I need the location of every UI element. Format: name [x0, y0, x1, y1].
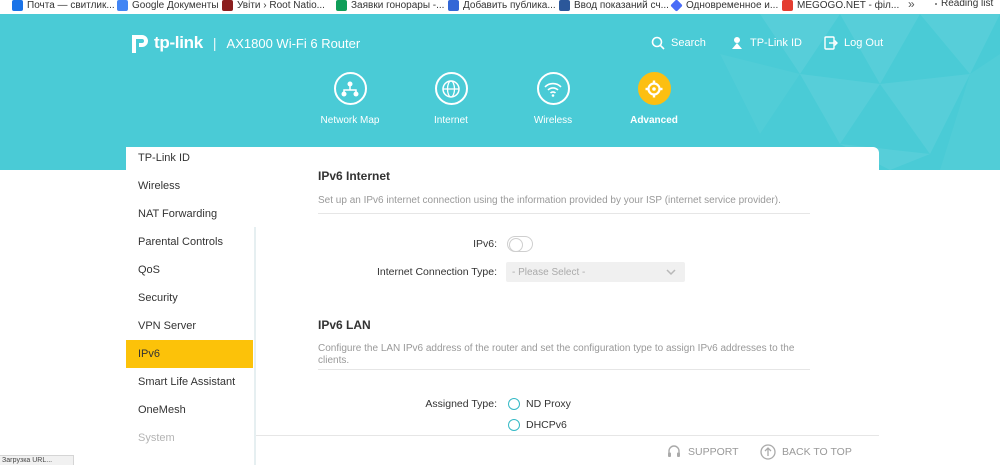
bookmark-simultaneous[interactable]: Одновременное и...: [670, 0, 779, 12]
radio-label: ND Proxy: [526, 398, 571, 410]
tplink-logo: tp-link | AX1800 Wi-Fi 6 Router: [126, 31, 360, 55]
logout-icon: [824, 36, 838, 50]
ipv6-internet-description: Set up an IPv6 internet connection using…: [318, 195, 781, 206]
bookmark-label: Заявки гонорары -...: [351, 0, 445, 11]
ipv6-toggle-label: IPv6:: [473, 238, 497, 250]
sidebar-item-parental-controls[interactable]: Parental Controls: [126, 228, 253, 256]
support-label: SUPPORT: [688, 446, 739, 458]
network-map-icon: [341, 81, 359, 96]
tplink-id-button[interactable]: TP-Link ID: [730, 36, 802, 50]
ipv6-lan-description: Configure the LAN IPv6 address of the ro…: [318, 343, 795, 366]
logout-label: Log Out: [844, 37, 884, 49]
browser-status-bar: Загрузка URL...: [0, 455, 74, 465]
nav-internet-circle: [434, 72, 468, 105]
nav-label: Network Map: [320, 115, 380, 126]
nav-advanced[interactable]: Advanced: [604, 72, 704, 126]
sidebar-item-nat-forwarding[interactable]: NAT Forwarding: [126, 200, 253, 228]
bookmark-mail[interactable]: Почта — свитлик...: [12, 0, 115, 12]
sidebar-item-smart-life-assistant[interactable]: Smart Life Assistant: [126, 368, 253, 396]
radio-button[interactable]: [508, 398, 520, 410]
sidebar-item-wireless[interactable]: Wireless: [126, 172, 253, 200]
ipv6-toggle[interactable]: [507, 236, 533, 252]
globe-icon: [442, 79, 460, 98]
sidebar-item-ipv6[interactable]: IPv6: [126, 340, 253, 368]
nav-label: Advanced: [630, 115, 678, 126]
diamond-icon: [670, 0, 683, 12]
connection-type-label: Internet Connection Type:: [376, 266, 497, 278]
bookmark-root-nation[interactable]: Увіти › Root Natio...: [222, 0, 325, 12]
site-icon: [222, 0, 233, 11]
bookmark-megogo[interactable]: MEGOGO.NET - філ...: [782, 0, 899, 12]
sidebar-item-vpn-server[interactable]: VPN Server: [126, 312, 253, 340]
bookmark-label: MEGOGO.NET - філ...: [797, 0, 900, 11]
reading-list-label: Reading list: [941, 0, 994, 9]
page-icon: [448, 0, 459, 11]
sheet-icon: [336, 0, 347, 11]
section-divider: [318, 369, 810, 370]
sidebar-item-security[interactable]: Security: [126, 284, 253, 312]
chevron-down-icon: [666, 269, 676, 276]
nav-internet[interactable]: Internet: [401, 72, 501, 126]
logo-separator: |: [212, 35, 217, 51]
headset-icon: [668, 445, 680, 457]
search-button[interactable]: Search: [651, 36, 706, 50]
nav-label: Wireless: [533, 115, 573, 126]
router-model: AX1800 Wi-Fi 6 Router: [226, 35, 361, 51]
connection-type-select[interactable]: - Please Select -: [506, 262, 685, 282]
tplink-logo-icon: [132, 35, 148, 53]
ipv6-lan-title: IPv6 LAN: [318, 318, 371, 332]
logout-button[interactable]: Log Out: [824, 36, 883, 50]
sidebar-item-qos[interactable]: QoS: [126, 256, 253, 284]
more-bookmarks-button[interactable]: »: [908, 0, 915, 11]
page-footer: SUPPORT BACK TO TOP: [256, 435, 879, 465]
back-to-top-link[interactable]: BACK TO TOP: [760, 444, 852, 460]
bookmark-meter[interactable]: Ввод показаний сч...: [559, 0, 669, 12]
search-icon: [651, 36, 665, 50]
bookmark-label: Почта — свитлик...: [27, 0, 115, 11]
bookmark-label: Добавить публика...: [463, 0, 556, 11]
section-divider: [318, 213, 810, 214]
advanced-sidebar: TP-Link ID Wireless NAT Forwarding Paren…: [126, 147, 256, 465]
nav-network-map[interactable]: Network Map: [300, 72, 400, 126]
ipv6-internet-title: IPv6 Internet: [318, 169, 391, 183]
bookmark-add-publication[interactable]: Добавить публика...: [448, 0, 556, 12]
assigned-type-label: Assigned Type:: [425, 398, 497, 410]
sidebar-item-system[interactable]: System: [126, 424, 253, 452]
bookmark-label: Google Документы: [132, 0, 219, 11]
nav-network-map-circle: [333, 72, 367, 105]
nav-wireless-circle: [536, 72, 570, 105]
tplink-id-icon: [732, 37, 742, 49]
brand-name: tp-link: [154, 33, 203, 52]
meter-icon: [559, 0, 570, 11]
nav-wireless[interactable]: Wireless: [503, 72, 603, 126]
google-docs-icon: [117, 0, 128, 11]
megogo-icon: [782, 0, 793, 11]
radio-dhcpv6[interactable]: DHCPv6: [508, 419, 567, 431]
radio-button[interactable]: [508, 419, 520, 431]
reading-list-button[interactable]: Reading list: [935, 0, 993, 9]
bookmarks-bar: Почта — свитлик... Google Документы Увіт…: [0, 0, 1000, 14]
reading-list-icon: [935, 2, 937, 5]
search-label: Search: [671, 37, 706, 49]
nav-advanced-circle: [637, 72, 671, 105]
arrow-up-icon: [760, 444, 776, 460]
back-to-top-label: BACK TO TOP: [782, 446, 852, 458]
bookmark-label: Увіти › Root Natio...: [237, 0, 325, 11]
bookmark-google-docs[interactable]: Google Документы: [117, 0, 219, 12]
mail-icon: [12, 0, 23, 11]
bookmark-requests[interactable]: Заявки гонорары -...: [336, 0, 444, 12]
connection-type-value: - Please Select -: [512, 266, 586, 278]
radio-label: DHCPv6: [526, 419, 567, 431]
sidebar-item-tplink-id[interactable]: TP-Link ID: [126, 144, 253, 172]
bookmark-label: Одновременное и...: [686, 0, 779, 11]
nav-label: Internet: [434, 115, 468, 126]
support-link[interactable]: SUPPORT: [666, 444, 739, 460]
sidebar-item-onemesh[interactable]: OneMesh: [126, 396, 253, 424]
radio-nd-proxy[interactable]: ND Proxy: [508, 398, 571, 410]
gear-icon: [645, 80, 663, 97]
tplink-id-label: TP-Link ID: [750, 37, 802, 49]
ipv6-panel: IPv6 Internet Set up an IPv6 internet co…: [256, 147, 879, 465]
wifi-icon: [544, 82, 562, 97]
bookmark-label: Ввод показаний сч...: [574, 0, 669, 11]
